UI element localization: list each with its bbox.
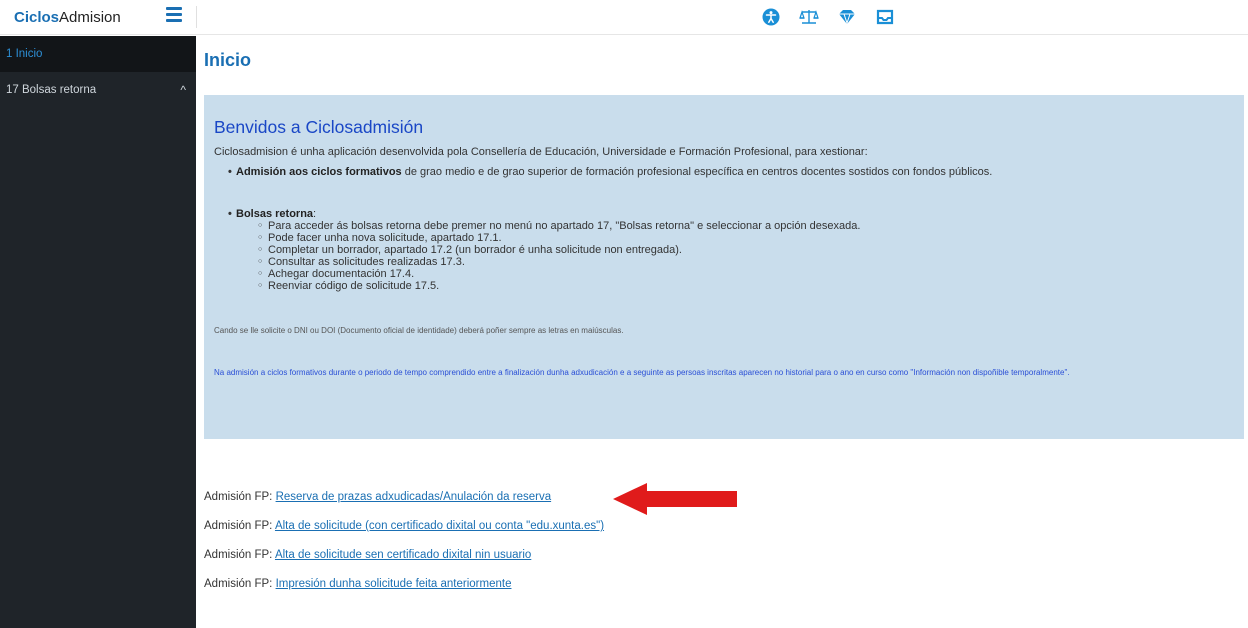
accessibility-icon[interactable]: [760, 6, 782, 28]
bullet-bolsas-bold: Bolsas retorna: [236, 208, 314, 220]
bullet-admision: Admisión aos ciclos formativos de grao m…: [214, 166, 1234, 178]
brand-part1: Ciclos: [14, 9, 60, 26]
bullet-bolsas: Bolsas retorna:: [214, 208, 1234, 220]
bolsas-sub-list: Para acceder ás bolsas retorna debe prem…: [214, 220, 1234, 292]
page-title: Inicio: [204, 50, 252, 70]
bullet-admision-bold: Admisión aos ciclos formativos: [236, 166, 402, 178]
red-arrow-annotation: [613, 483, 737, 515]
bullet-admision-text: de grao medio e de grao superior de form…: [401, 166, 993, 178]
link-prefix: Admisión FP:: [204, 491, 276, 503]
list-item: Achegar documentación 17.4.: [258, 268, 1234, 280]
link-prefix: Admisión FP:: [204, 578, 276, 590]
gem-icon[interactable]: [836, 6, 858, 28]
sidebar: 1 Inicio 17 Bolsas retorna ^: [0, 36, 196, 628]
chevron-up-icon: ^: [180, 83, 186, 97]
list-item: Pode facer unha nova solicitude, apartad…: [258, 232, 1234, 244]
inbox-icon[interactable]: [874, 6, 896, 28]
list-item: Consultar as solicitudes realizadas 17.3…: [258, 256, 1234, 268]
list-item: Completar un borrador, apartado 17.2 (un…: [258, 244, 1234, 256]
scales-icon[interactable]: [798, 6, 820, 28]
link-row-alta-certificado: Admisión FP: Alta de solicitude (con cer…: [204, 520, 604, 549]
impresion-solicitude-link[interactable]: Impresión dunha solicitude feita anterio…: [276, 578, 512, 590]
link-row-alta-sen-certificado: Admisión FP: Alta de solicitude sen cert…: [204, 549, 604, 578]
list-item: Para acceder ás bolsas retorna debe prem…: [258, 220, 1234, 232]
link-row-impresion: Admisión FP: Impresión dunha solicitude …: [204, 578, 604, 607]
menu-toggle-icon[interactable]: [166, 7, 182, 23]
welcome-intro: Ciclosadmision é unha aplicación desenvo…: [214, 146, 868, 158]
app-brand[interactable]: CiclosAdmision: [14, 9, 121, 26]
alta-solicitude-sen-certificado-link[interactable]: Alta de solicitude sen certificado dixit…: [275, 549, 531, 561]
reserva-prazas-link[interactable]: Reserva de prazas adxudicadas/Anulación …: [276, 491, 552, 503]
sidebar-item-label: 1 Inicio: [6, 48, 43, 60]
welcome-panel: Benvidos a Ciclosadmisión Ciclosadmision…: [204, 95, 1244, 439]
top-icon-group: [760, 6, 896, 28]
welcome-heading: Benvidos a Ciclosadmisión: [214, 117, 424, 137]
sidebar-item-label: 17 Bolsas retorna: [6, 84, 97, 96]
list-item: Reenviar código de solicitude 17.5.: [258, 280, 1234, 292]
brand-part2: Admision: [59, 9, 121, 26]
link-prefix: Admisión FP:: [204, 520, 275, 532]
sidebar-item-inicio[interactable]: 1 Inicio: [0, 36, 196, 72]
alta-solicitude-certificado-link[interactable]: Alta de solicitude (con certificado dixi…: [275, 520, 604, 532]
link-row-reserva: Admisión FP: Reserva de prazas adxudicad…: [204, 491, 604, 520]
admision-links: Admisión FP: Reserva de prazas adxudicad…: [204, 491, 604, 607]
dni-note: Cando se lle solicite o DNI ou DOI (Docu…: [214, 326, 624, 335]
divider: [196, 6, 197, 28]
historial-note: Na admisión a ciclos formativos durante …: [214, 368, 1070, 377]
sidebar-item-bolsas-retorna[interactable]: 17 Bolsas retorna ^: [0, 72, 196, 108]
link-prefix: Admisión FP:: [204, 549, 275, 561]
bullet-bolsas-colon: :: [313, 208, 317, 220]
top-bar: CiclosAdmision: [0, 0, 1248, 35]
